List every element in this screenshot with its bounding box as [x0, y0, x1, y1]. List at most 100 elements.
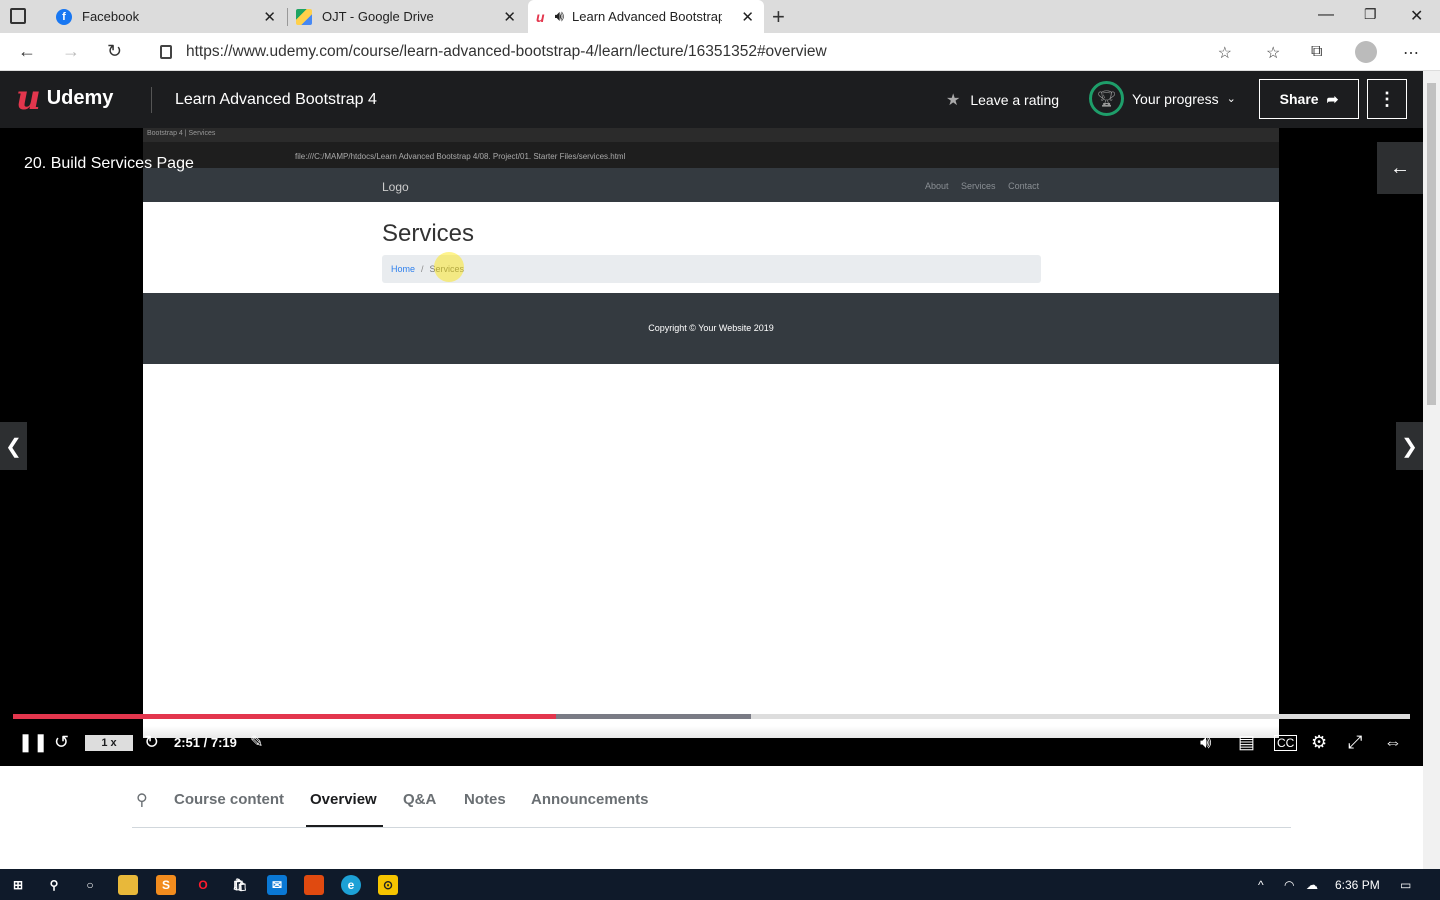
video-nav-about: About	[925, 181, 949, 191]
tab-course-content[interactable]: Course content	[174, 791, 284, 808]
playback-speed-button[interactable]: 1 x	[85, 735, 133, 751]
close-sidebar-button[interactable]: ←	[1377, 142, 1423, 194]
cortana-icon[interactable]: ○	[80, 875, 100, 895]
scrollbar-thumb[interactable]	[1427, 83, 1436, 405]
url-field[interactable]: https://www.udemy.com/course/learn-advan…	[146, 37, 1246, 67]
played-progress	[13, 714, 557, 719]
fullscreen-icon[interactable]: ⤢	[1348, 732, 1362, 753]
tab-qa[interactable]: Q&A	[403, 791, 436, 808]
video-breadcrumb-home: Home	[391, 264, 416, 274]
opera-icon[interactable]: O	[193, 875, 213, 895]
page-scrollbar[interactable]	[1423, 71, 1440, 869]
pause-icon[interactable]: ❚❚	[18, 732, 48, 753]
udemy-logo[interactable]: u Udemy	[16, 78, 114, 118]
mail-icon[interactable]: ✉	[267, 875, 287, 895]
wifi-icon[interactable]: ◠	[1284, 878, 1294, 892]
address-bar-row: ← → ↻ https://www.udemy.com/course/learn…	[0, 33, 1440, 71]
notifications-icon[interactable]: ▭	[1400, 878, 1411, 892]
next-lecture-button[interactable]: ❯	[1396, 422, 1423, 470]
forward-icon[interactable]: ↻	[144, 732, 159, 753]
settings-more-icon[interactable]: ⋯	[1403, 43, 1419, 63]
browser-tab-udemy[interactable]: u 🔊︎ Learn Advanced Bootstrap 4 ✕	[528, 0, 764, 33]
url-text: https://www.udemy.com/course/learn-advan…	[186, 43, 827, 60]
player-controls: ❚❚ ↺ 1 x ↻ 2:51 / 7:19 ✎ 🔊︎ ▤ CC ⚙ ⤢ ⇔	[0, 726, 1423, 766]
rewind-icon[interactable]: ↺	[54, 732, 69, 753]
add-note-icon[interactable]: ✎	[250, 732, 263, 752]
close-icon[interactable]: ✕	[263, 8, 276, 26]
clock-time[interactable]: 6:36 PM	[1335, 878, 1380, 892]
video-site-footer: Copyright © Your Website 2019	[143, 293, 1279, 364]
profile-avatar[interactable]	[1355, 41, 1377, 63]
store-icon[interactable]: 🛍︎	[230, 875, 250, 895]
forward-icon[interactable]: →	[62, 41, 80, 62]
video-player[interactable]: Bootstrap 4 | Services file:///C:/MAMP/h…	[0, 128, 1423, 766]
chevron-down-icon: ⌄	[1226, 93, 1236, 105]
course-header: u Udemy Learn Advanced Bootstrap 4 ★ Lea…	[0, 71, 1423, 128]
video-nav-contact: Contact	[1008, 181, 1040, 191]
course-tabs: ⚲ Course content Overview Q&A Notes Anno…	[132, 778, 1291, 828]
previous-lecture-button[interactable]: ❮	[0, 422, 27, 470]
search-icon[interactable]: ⚲	[44, 875, 64, 895]
playback-time: 2:51 / 7:19	[174, 735, 237, 750]
tab-overview[interactable]: Overview	[310, 791, 377, 808]
settings-gear-icon[interactable]: ⚙	[1311, 732, 1327, 753]
file-explorer-icon[interactable]	[118, 875, 138, 895]
video-footer-text: Copyright © Your Website 2019	[648, 323, 774, 333]
tab-separator	[287, 8, 288, 26]
share-button[interactable]: Share ➦	[1259, 79, 1359, 119]
video-page-heading: Services	[382, 220, 475, 247]
tab-title: OJT - Google Drive	[322, 9, 434, 24]
minimize-icon[interactable]: —	[1318, 6, 1334, 24]
your-progress-button[interactable]: 🏆︎ Your progress ⌄	[1089, 81, 1236, 116]
your-progress-label: Your progress	[1132, 90, 1219, 107]
expand-icon[interactable]: ⇔	[1384, 732, 1402, 753]
udemy-logo-icon: u	[16, 78, 41, 118]
transcript-icon[interactable]: ▤	[1238, 732, 1255, 753]
video-breadcrumb: Home / Services	[382, 255, 1041, 283]
leave-rating-label: Leave a rating	[970, 92, 1060, 108]
chevron-right-icon: ❯	[1401, 435, 1418, 458]
onedrive-icon[interactable]: ☁	[1306, 878, 1318, 892]
refresh-icon[interactable]: ↻	[107, 41, 122, 62]
video-progress-bar[interactable]	[13, 714, 1410, 719]
tab-announcements[interactable]: Announcements	[531, 791, 649, 808]
video-browser-tabbar: Bootstrap 4 | Services	[143, 128, 1279, 142]
close-icon[interactable]: ✕	[741, 8, 754, 26]
lecture-title: 20. Build Services Page	[24, 155, 194, 172]
browser-tab-google-drive[interactable]: OJT - Google Drive ✕	[296, 0, 526, 33]
video-breadcrumb-separator: /	[421, 264, 424, 274]
video-site-navbar: Logo About Services Contact	[143, 168, 1279, 202]
tab-notes[interactable]: Notes	[464, 791, 506, 808]
video-nav-services: Services	[961, 181, 996, 191]
app-icon[interactable]: ⊙	[378, 875, 398, 895]
speaker-icon[interactable]: 🔊︎	[555, 8, 564, 25]
close-icon[interactable]: ✕	[503, 8, 516, 26]
udemy-logo-text: Udemy	[46, 86, 114, 109]
restore-icon[interactable]: ❐	[1364, 6, 1377, 23]
more-options-button[interactable]: ⋮	[1367, 79, 1407, 119]
show-hidden-icons[interactable]: ^	[1258, 878, 1264, 892]
volume-icon[interactable]: 🔊︎	[1200, 732, 1211, 753]
leave-rating-button[interactable]: ★ Leave a rating	[946, 90, 1059, 110]
back-icon[interactable]: ←	[18, 41, 36, 62]
new-tab-button[interactable]: +	[772, 4, 785, 30]
window-close-icon[interactable]: ✕	[1410, 6, 1423, 26]
office-icon[interactable]	[304, 875, 324, 895]
search-icon[interactable]: ⚲	[136, 790, 148, 810]
course-title[interactable]: Learn Advanced Bootstrap 4	[175, 91, 377, 109]
edge-icon[interactable]: e	[341, 875, 361, 895]
captions-icon[interactable]: CC	[1274, 735, 1298, 751]
tab-title: Facebook	[82, 9, 140, 24]
sublime-text-icon[interactable]: S	[156, 875, 176, 895]
windows-taskbar: ⊞ ⚲ ○ S O 🛍︎ ✉ e ⊙ ^ ◠ ☁ 6:36 PM ▭	[0, 869, 1440, 900]
favorites-icon[interactable]: ☆	[1266, 43, 1280, 63]
cursor-highlight	[434, 252, 464, 282]
vertical-dots-icon: ⋮	[1378, 88, 1396, 109]
collections-icon[interactable]: ⧉	[1311, 43, 1322, 61]
add-favorite-icon[interactable]: ☆	[1218, 43, 1232, 63]
video-url-text: file:///C:/MAMP/htdocs/Learn Advanced Bo…	[295, 152, 626, 161]
windows-start-icon[interactable]: ⊞	[8, 875, 28, 895]
video-frame[interactable]: Bootstrap 4 | Services file:///C:/MAMP/h…	[143, 128, 1279, 738]
browser-tab-facebook[interactable]: f Facebook ✕	[56, 0, 286, 33]
tab-actions-icon[interactable]	[10, 8, 26, 24]
